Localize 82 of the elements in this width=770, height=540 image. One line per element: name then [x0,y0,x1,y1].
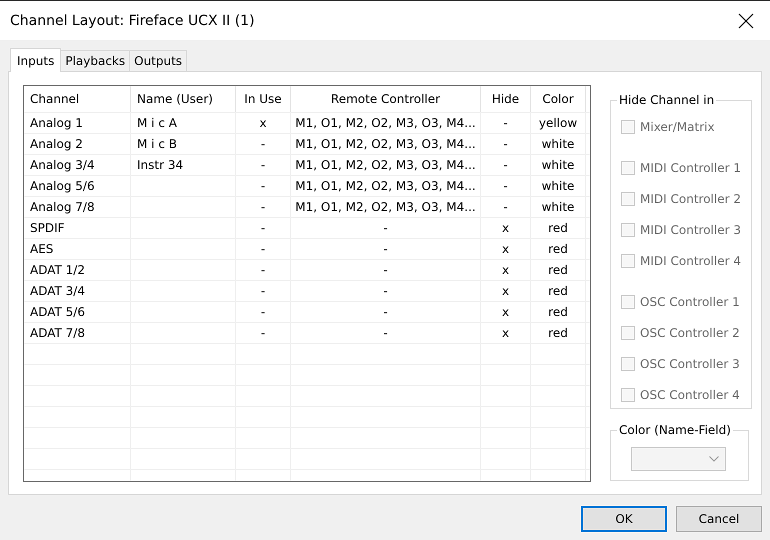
checkbox-label: MIDI Controller 3 [640,222,741,236]
checkbox-label: OSC Controller 4 [640,388,740,402]
checkbox-label: MIDI Controller 1 [640,160,741,174]
table-cell: - [481,134,531,154]
table-cell: - [236,239,291,259]
table-cell: - [481,197,531,217]
table-cell: white [531,176,586,196]
table-cell: x [481,302,531,322]
close-icon[interactable] [738,12,754,28]
dialog-button[interactable]: Cancel [676,506,762,532]
column-header[interactable]: Name (User) [131,86,236,112]
table-cell: x [481,260,531,280]
table-cell: ADAT 5/6 [24,302,131,322]
table-cell: Instr 34 [131,155,236,175]
checkbox-label: OSC Controller 1 [640,294,740,308]
table-cell: M i c A [131,113,236,133]
table-cell: - [236,281,291,301]
table-cell: x [481,218,531,238]
window-title: Channel Layout: Fireface UCX II (1) [10,12,255,28]
table-cell: - [291,218,481,238]
table-cell: M1, O1, M2, O2, M3, O3, M4... [291,155,481,175]
table-cell: - [236,155,291,175]
table-cell: Analog 2 [24,134,131,154]
chevron-icon [709,456,719,462]
column-header[interactable]: Channel [24,86,131,112]
column-header[interactable]: In Use [236,86,291,112]
table-cell: Analog 5/6 [24,176,131,196]
table-cell: red [531,323,586,343]
table-cell: M1, O1, M2, O2, M3, O3, M4... [291,197,481,217]
table-cell: x [481,323,531,343]
table-cell: M1, O1, M2, O2, M3, O3, M4... [291,113,481,133]
table-cell: white [531,134,586,154]
tab[interactable]: Inputs [10,48,62,72]
table-cell: ADAT 7/8 [24,323,131,343]
table-cell: x [236,113,291,133]
checkbox-label: MIDI Controller 4 [640,254,741,268]
table-cell: white [531,155,586,175]
table-cell: red [531,281,586,301]
table-cell: x [481,281,531,301]
table-cell: red [531,302,586,322]
table-cell: - [236,197,291,217]
checkbox-label: OSC Controller 3 [640,356,740,370]
table-cell: ADAT 3/4 [24,281,131,301]
table-cell: M i c B [131,134,236,154]
column-header[interactable]: Hide [481,86,531,112]
table-cell: - [236,323,291,343]
table-cell: - [236,176,291,196]
column-header[interactable]: Remote Controller [291,86,481,112]
table-cell: red [531,239,586,259]
table-cell: - [236,134,291,154]
table-cell: - [481,155,531,175]
table-cell: - [291,239,481,259]
table-cell: red [531,260,586,280]
checkbox-label: Mixer/Matrix [640,120,715,134]
table-cell: - [236,302,291,322]
group-title: Color (Name-Field) [618,423,732,437]
table-cell: - [236,218,291,238]
column-header[interactable]: Color [531,86,586,112]
table-cell: - [481,176,531,196]
table-cell: AES [24,239,131,259]
table-cell: Analog 3/4 [24,155,131,175]
checkbox-label: MIDI Controller 2 [640,192,741,206]
table-cell: ADAT 1/2 [24,260,131,280]
table-cell: Analog 7/8 [24,197,131,217]
table-cell: - [291,323,481,343]
table-cell: SPDIF [24,218,131,238]
table-cell: x [481,239,531,259]
group-title: Hide Channel in [618,93,716,107]
table-cell: - [236,260,291,280]
tab[interactable]: Outputs [129,50,188,71]
table-cell: red [531,218,586,238]
table-cell: yellow [531,113,586,133]
checkbox-label: OSC Controller 2 [640,326,740,340]
table-cell: white [531,197,586,217]
table-cell: - [291,260,481,280]
table-cell: Analog 1 [24,113,131,133]
table-cell: M1, O1, M2, O2, M3, O3, M4... [291,134,481,154]
dialog-button[interactable]: OK [581,506,667,532]
table-cell: - [481,113,531,133]
table-cell: - [291,281,481,301]
table-cell: - [291,302,481,322]
table-cell: M1, O1, M2, O2, M3, O3, M4... [291,176,481,196]
